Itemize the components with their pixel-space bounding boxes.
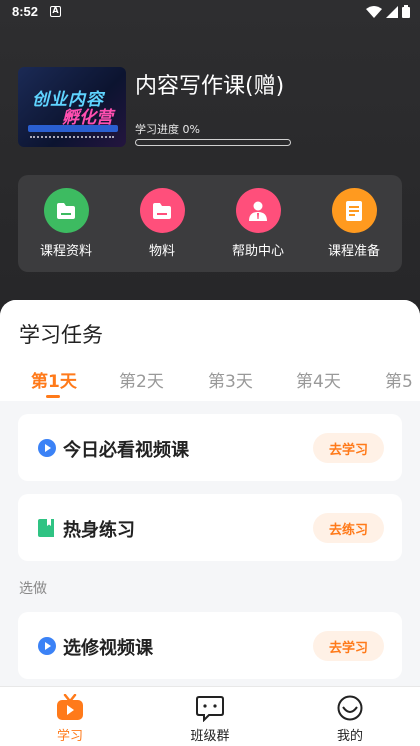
quick-action-course-prep[interactable]: 课程准备 bbox=[306, 175, 402, 272]
learning-tasks-sheet: 学习任务 第1天 第2天 第3天 第4天 第5 今日必看视频课 去学习 热身练习… bbox=[0, 300, 420, 686]
cover-banner bbox=[28, 125, 118, 132]
course-header: 8:52 A 创业内容 孵化营 内容写作课(赠) 学习进度 0% 课程资料 物料 bbox=[0, 0, 420, 330]
battery-icon bbox=[402, 5, 410, 18]
nav-label: 我的 bbox=[336, 729, 363, 744]
bottom-navigation: 学习 班级群 我的 bbox=[0, 686, 420, 746]
optional-section-label: 选做 bbox=[19, 581, 47, 597]
notification-icon: A bbox=[50, 6, 61, 17]
status-time: 8:52 bbox=[12, 4, 39, 19]
go-study-button[interactable]: 去学习 bbox=[313, 631, 384, 661]
active-tab-indicator bbox=[46, 395, 60, 398]
course-cover-image[interactable]: 创业内容 孵化营 bbox=[18, 67, 126, 147]
nav-study[interactable]: 学习 bbox=[0, 687, 140, 746]
signal-icon bbox=[386, 5, 398, 18]
quick-action-label: 物料 bbox=[148, 244, 175, 259]
play-icon bbox=[38, 637, 56, 655]
quick-action-label: 课程资料 bbox=[39, 244, 92, 259]
folder-icon bbox=[43, 188, 89, 233]
cover-footer-dots bbox=[30, 136, 114, 140]
go-practice-button[interactable]: 去练习 bbox=[313, 513, 384, 543]
course-title: 内容写作课(赠) bbox=[135, 74, 285, 99]
person-icon bbox=[235, 188, 281, 233]
nav-profile[interactable]: 我的 bbox=[280, 687, 420, 746]
tab-label: 第3天 bbox=[208, 372, 253, 392]
tab-label: 第4天 bbox=[296, 372, 341, 392]
tab-day-3[interactable]: 第3天 bbox=[208, 367, 253, 392]
task-label: 今日必看视频课 bbox=[63, 440, 189, 461]
tab-day-1[interactable]: 第1天 bbox=[31, 367, 77, 398]
task-label: 热身练习 bbox=[63, 520, 135, 541]
tab-label: 第1天 bbox=[31, 372, 77, 392]
status-icons bbox=[366, 5, 410, 18]
day-tabs: 第1天 第2天 第3天 第4天 第5 bbox=[0, 363, 420, 399]
quick-action-materials[interactable]: 物料 bbox=[114, 175, 210, 272]
nav-label: 学习 bbox=[56, 729, 83, 744]
tab-label: 第2天 bbox=[119, 372, 164, 392]
task-card-elective-video[interactable]: 选修视频课 去学习 bbox=[18, 612, 402, 679]
progress-bar bbox=[135, 139, 291, 146]
document-icon bbox=[331, 188, 377, 233]
book-icon bbox=[38, 519, 54, 537]
folder-icon bbox=[139, 188, 185, 233]
tab-day-2[interactable]: 第2天 bbox=[119, 367, 164, 392]
task-card-warmup[interactable]: 热身练习 去练习 bbox=[18, 494, 402, 561]
quick-action-course-materials[interactable]: 课程资料 bbox=[18, 175, 114, 272]
play-icon bbox=[38, 439, 56, 457]
profile-icon bbox=[337, 695, 363, 721]
chat-icon bbox=[196, 696, 224, 722]
quick-actions-panel: 课程资料 物料 帮助中心 课程准备 bbox=[18, 175, 402, 272]
status-bar: 8:52 A bbox=[0, 0, 420, 24]
tv-icon bbox=[57, 694, 83, 720]
wifi-icon bbox=[366, 5, 382, 18]
task-card-video[interactable]: 今日必看视频课 去学习 bbox=[18, 414, 402, 481]
nav-label: 班级群 bbox=[190, 729, 230, 744]
section-title: 学习任务 bbox=[19, 323, 103, 347]
quick-action-help-center[interactable]: 帮助中心 bbox=[210, 175, 306, 272]
go-study-button[interactable]: 去学习 bbox=[313, 433, 384, 463]
tab-label: 第5 bbox=[385, 372, 413, 392]
tab-day-4[interactable]: 第4天 bbox=[296, 367, 341, 392]
task-label: 选修视频课 bbox=[63, 638, 153, 659]
quick-action-label: 课程准备 bbox=[327, 244, 380, 259]
tab-day-5[interactable]: 第5 bbox=[385, 367, 413, 392]
tasks-header: 学习任务 第1天 第2天 第3天 第4天 第5 bbox=[0, 300, 420, 401]
progress-label: 学习进度 0% bbox=[135, 123, 200, 136]
nav-class-group[interactable]: 班级群 bbox=[140, 687, 280, 746]
quick-action-label: 帮助中心 bbox=[231, 244, 284, 259]
